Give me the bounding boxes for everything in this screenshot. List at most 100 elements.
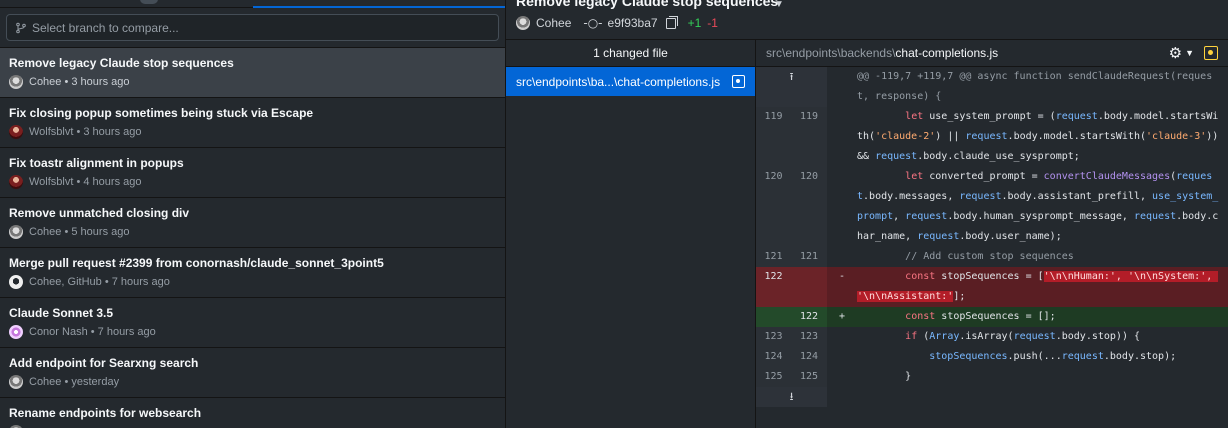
commit-author: Cohee [536,16,572,30]
commit-summary-meta: Cohee -○- e9f93ba7 +1 -1 [516,15,718,30]
commit-icon: -○- [583,16,603,30]
code-line: } [857,371,912,382]
diff-hunk-header: ⭱ @@ -119,7 +119,7 @@ async function sen… [756,67,1228,107]
code-line: const stopSequences = ['\n\nHuman:', '\n… [857,271,1219,302]
file-modified-icon [732,75,745,88]
branch-compare-input[interactable] [32,20,498,35]
commit-title: Claude Sonnet 3.5 [9,306,114,320]
commit-title: Remove legacy Claude stop sequences [9,56,234,70]
wolfsblvt-avatar [9,125,23,139]
chevron-down-icon[interactable]: ▼ [1185,48,1194,58]
commit-title: Fix closing popup sometimes being stuck … [9,106,314,120]
diff-line: 125 125 } [756,367,1228,387]
cohee-avatar [9,225,23,239]
commit-list-item[interactable]: Claude Sonnet 3.5 Conor Nash • 7 hours a… [0,298,505,348]
commit-meta: Wolfsblvt • 3 hours ago [29,126,142,138]
gear-icon[interactable]: ⚙ [1169,44,1182,62]
commit-meta: Wolfsblvt • 4 hours ago [29,176,142,188]
code-line: const stopSequences = []; [905,311,1056,322]
lines-deleted-count: -1 [707,16,718,30]
diff-line: 120 120 let converted_prompt = convertCl… [756,167,1228,247]
expand-down-icon[interactable]: ⭳ [756,387,827,407]
diff-sign: - [838,271,846,282]
diff-content: ⭱ @@ -119,7 +119,7 @@ async function sen… [756,67,1228,407]
commit-meta: Cohee • yesterday [29,376,120,388]
new-line-number: 121 [791,247,827,267]
changes-count-badge [140,0,158,4]
diff-line: 124 124 stopSequences.push(...request.bo… [756,347,1228,367]
diff-header: src\endpoints\backends\chat-completions.… [756,40,1228,67]
diff-sign [827,107,857,167]
old-line-number: 121 [756,247,791,267]
old-line-number: 122 [756,267,791,307]
diff-file-dir: src\endpoints\backends\ [766,46,896,60]
cohee-avatar [9,75,23,89]
diff-line: 123 123 if (Array.isArray(request.body.s… [756,327,1228,347]
copy-icon[interactable] [665,15,678,29]
commit-title: Remove unmatched closing div [9,206,190,220]
branch-compare-field[interactable] [6,14,499,41]
code-line: stopSequences.push(...request.body.stop)… [929,351,1177,362]
commit-title: Rename endpoints for websearch [9,406,202,420]
commit-title: Add endpoint for Searxng search [9,356,199,370]
diff-line: 119 119 let use_system_prompt = (request… [756,107,1228,167]
branch-compare-bar [0,8,505,48]
lines-added-count: +1 [687,16,702,30]
changed-file-name: src\endpoints\ba...\chat-completions.js [516,74,721,89]
changed-files-heading: 1 changed file [506,40,755,67]
file-modified-icon [1204,46,1218,60]
commit-title: Fix toastr alignment in popups [9,156,184,170]
commit-sha: e9f93ba7 [607,16,658,30]
new-line-number: 122 [791,307,827,327]
commit-meta: Cohee • 5 hours ago [29,226,130,238]
commit-list-item[interactable]: Remove legacy Claude stop sequences Cohe… [0,48,505,98]
new-line-number: 124 [791,347,827,367]
commit-meta: Conor Nash • 7 hours ago [29,326,156,338]
new-line-number: 125 [791,367,827,387]
new-line-number: 119 [791,107,827,167]
code-line: let use_system_prompt = (request.body.mo… [857,111,1225,162]
commit-list-item[interactable]: Fix toastr alignment in popups Wolfsblvt… [0,148,505,198]
diff-file-name: chat-completions.js [895,46,999,60]
tab-history-active-indicator [253,6,505,8]
changed-files-panel: 1 changed file src\endpoints\ba...\chat-… [506,40,756,428]
commit-meta: Cohee • 3 hours ago [29,76,130,88]
new-line-number: 120 [791,167,827,247]
branch-icon [16,22,26,33]
changed-file-item[interactable]: src\endpoints\ba...\chat-completions.js [506,67,755,96]
hunk-text: @@ -119,7 +119,7 @@ async function sendC… [857,71,1213,102]
cohee-avatar [516,16,530,30]
code-line: let converted_prompt = convertClaudeMess… [857,171,1219,242]
history-panel: Remove legacy Claude stop sequences Cohe… [0,0,506,428]
commit-meta: Cohee, GitHub • 7 hours ago [29,276,170,288]
diff-line: 121 121 // Add custom stop sequences [756,247,1228,267]
commit-title: Merge pull request #2399 from conornash/… [9,256,384,270]
commit-summary-header: Remove legacy Claude stop sequences ▼ Co… [506,0,1228,40]
diff-expand-footer: ⭳ [756,387,1228,407]
diff-sign: + [838,311,846,322]
expand-up-icon[interactable]: ⭱ [756,67,827,107]
conor-avatar [9,325,23,339]
app-window: Remove legacy Claude stop sequences Cohe… [0,0,1228,428]
wolfsblvt-avatar [9,175,23,189]
code-line: if (Array.isArray(request.body.stop)) { [905,331,1141,342]
diff-panel: src\endpoints\backends\chat-completions.… [756,40,1228,428]
commit-list-item[interactable]: Rename endpoints for websearch [0,398,505,428]
expand-summary-icon[interactable]: ▼ [774,0,784,10]
code-line: // Add custom stop sequences [857,251,1074,262]
commit-list-item[interactable]: Add endpoint for Searxng search Cohee • … [0,348,505,398]
commit-list-item[interactable]: Merge pull request #2399 from conornash/… [0,248,505,298]
diff-sign [827,167,857,247]
diff-line-deleted: 122 - const stopSequences = ['\n\nHuman:… [756,267,1228,307]
old-line-number: 125 [756,367,791,387]
commit-list-item[interactable]: Fix closing popup sometimes being stuck … [0,98,505,148]
hunk-footer-spacer [827,387,1228,407]
diff-sign [827,247,857,267]
new-line-number [791,267,827,307]
tab-strip [0,0,505,8]
old-line-number [756,307,791,327]
old-line-number: 123 [756,327,791,347]
commit-list-item[interactable]: Remove unmatched closing div Cohee • 5 h… [0,198,505,248]
github-avatar [9,275,23,289]
old-line-number: 124 [756,347,791,367]
